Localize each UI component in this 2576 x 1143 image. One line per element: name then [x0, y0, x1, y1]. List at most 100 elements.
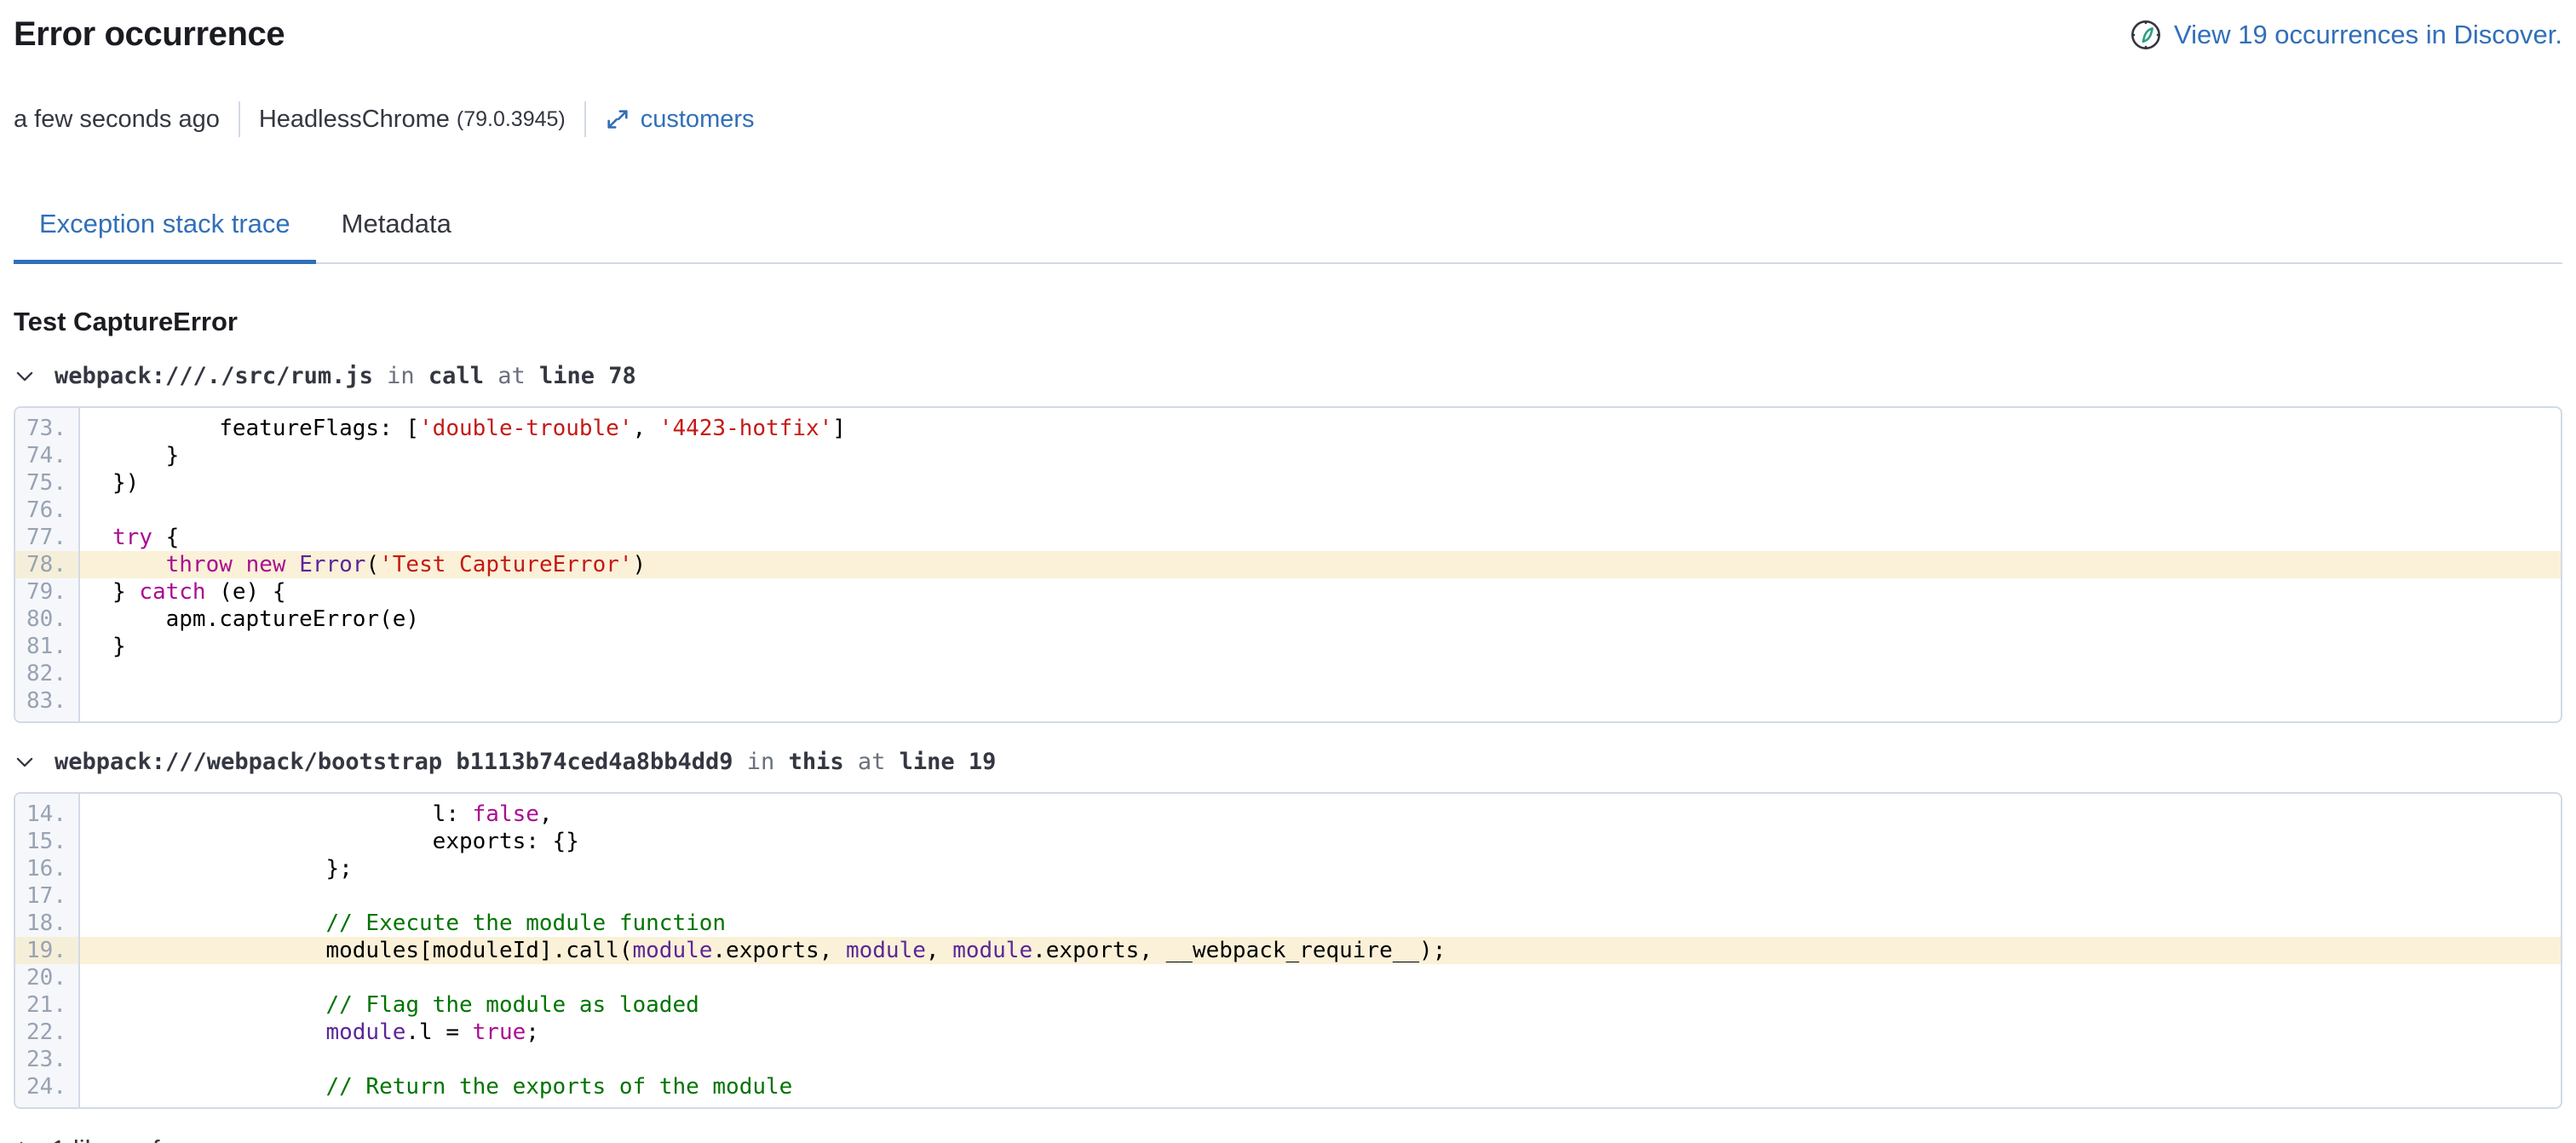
code-text: } [80, 633, 2561, 660]
code-text: }) [80, 469, 2561, 497]
code-line: 77.try { [15, 524, 2561, 551]
code-line: 19. modules[moduleId].call(module.export… [15, 937, 2561, 964]
line-number [15, 408, 80, 415]
code-text [80, 715, 2561, 721]
code-text [80, 1100, 2561, 1107]
code-line: 18. // Execute the module function [15, 910, 2561, 937]
code-line: 80. apm.captureError(e) [15, 606, 2561, 633]
line-number: 78. [15, 551, 80, 578]
browser-version: (79.0.3945) [457, 107, 566, 132]
line-number: 14. [15, 801, 80, 828]
code-text [80, 687, 2561, 715]
frame-line-number: line 78 [539, 363, 636, 389]
line-number [15, 1100, 80, 1107]
code-text: exports: {} [80, 828, 2561, 855]
code-text [80, 497, 2561, 524]
code-line: 21. // Flag the module as loaded [15, 991, 2561, 1019]
code-text: // Return the exports of the module [80, 1073, 2561, 1100]
divider [584, 101, 586, 137]
discover-compass-icon [2130, 19, 2162, 51]
line-number: 76. [15, 497, 80, 524]
tab-metadata[interactable]: Metadata [316, 209, 477, 264]
view-occurrences-discover-link[interactable]: View 19 occurrences in Discover. [2130, 19, 2562, 51]
chevron-right-icon [14, 1139, 36, 1143]
tab-exception-stack-trace[interactable]: Exception stack trace [14, 209, 316, 264]
code-line: 20. [15, 964, 2561, 991]
stack-frame: webpack:///./src/rum.js in call at line … [14, 363, 2562, 723]
line-number: 75. [15, 469, 80, 497]
code-line: 14. l: false, [15, 801, 2561, 828]
frame-file-path: webpack:///./src/rum.js [55, 363, 373, 389]
timestamp-ago: a few seconds ago [14, 106, 220, 134]
error-occurrence-page: Error occurrence View 19 occurrences in … [0, 0, 2576, 1143]
user-link[interactable]: customers [605, 106, 755, 134]
code-text [80, 964, 2561, 991]
line-number: 16. [15, 855, 80, 882]
code-text: module.l = true; [80, 1019, 2561, 1046]
line-number: 15. [15, 828, 80, 855]
shared-user-arrows-icon [605, 106, 630, 132]
frame-line-number: line 19 [900, 749, 997, 775]
frame-function-name: this [789, 749, 844, 775]
code-padding-row [15, 1100, 2561, 1107]
exception-message: Test CaptureError [14, 307, 2562, 337]
code-padding-row [15, 408, 2561, 415]
code-line: 76. [15, 497, 2561, 524]
line-number: 74. [15, 442, 80, 469]
line-number: 19. [15, 937, 80, 964]
code-text [80, 660, 2561, 687]
code-line: 82. [15, 660, 2561, 687]
code-text: } [80, 442, 2561, 469]
line-number: 22. [15, 1019, 80, 1046]
line-number: 73. [15, 415, 80, 442]
code-text: }; [80, 855, 2561, 882]
code-line: 79.} catch (e) { [15, 578, 2561, 606]
line-number: 79. [15, 578, 80, 606]
library-frames-label: 1 library frame [51, 1134, 220, 1143]
stack-frame-header[interactable]: webpack:///./src/rum.js in call at line … [14, 363, 2562, 389]
line-number: 82. [15, 660, 80, 687]
code-text: } catch (e) { [80, 578, 2561, 606]
code-text: l: false, [80, 801, 2561, 828]
library-frames-toggle[interactable]: 1 library frame [14, 1134, 2562, 1143]
code-text: try { [80, 524, 2561, 551]
code-line: 83. [15, 687, 2561, 715]
line-number [15, 715, 80, 721]
chevron-down-icon [14, 365, 36, 388]
line-number: 17. [15, 882, 80, 910]
code-line: 23. [15, 1046, 2561, 1073]
browser-name: HeadlessChrome [259, 106, 450, 134]
stack-frame: webpack:///webpack/bootstrap b1113b74ced… [14, 749, 2562, 1109]
line-number: 18. [15, 910, 80, 937]
code-text [80, 794, 2561, 801]
discover-link-label: View 19 occurrences in Discover. [2174, 20, 2562, 50]
line-number: 81. [15, 633, 80, 660]
frame-file-path: webpack:///webpack/bootstrap b1113b74ced… [55, 749, 733, 775]
code-line: 24. // Return the exports of the module [15, 1073, 2561, 1100]
line-number [15, 794, 80, 801]
code-line: 73. featureFlags: ['double-trouble', '44… [15, 415, 2561, 442]
line-number: 83. [15, 687, 80, 715]
code-line: 15. exports: {} [15, 828, 2561, 855]
code-line: 16. }; [15, 855, 2561, 882]
user-link-label: customers [641, 106, 755, 134]
tab-bar: Exception stack trace Metadata [14, 209, 2562, 264]
line-number: 20. [15, 964, 80, 991]
code-line: 75.}) [15, 469, 2561, 497]
line-number: 24. [15, 1073, 80, 1100]
line-number: 23. [15, 1046, 80, 1073]
code-text: // Execute the module function [80, 910, 2561, 937]
code-snippet: 14. l: false,15. exports: {}16. };17. 18… [14, 792, 2562, 1109]
page-header: Error occurrence View 19 occurrences in … [14, 15, 2562, 54]
code-text [80, 1046, 2561, 1073]
code-line: 81.} [15, 633, 2561, 660]
code-line: 74. } [15, 442, 2561, 469]
line-number: 21. [15, 991, 80, 1019]
code-padding-row [15, 794, 2561, 801]
code-padding-row [15, 715, 2561, 721]
stack-frame-header[interactable]: webpack:///webpack/bootstrap b1113b74ced… [14, 749, 2562, 775]
frame-function-name: call [428, 363, 484, 389]
chevron-down-icon [14, 751, 36, 773]
code-text: modules[moduleId].call(module.exports, m… [80, 937, 2561, 964]
code-line: 17. [15, 882, 2561, 910]
